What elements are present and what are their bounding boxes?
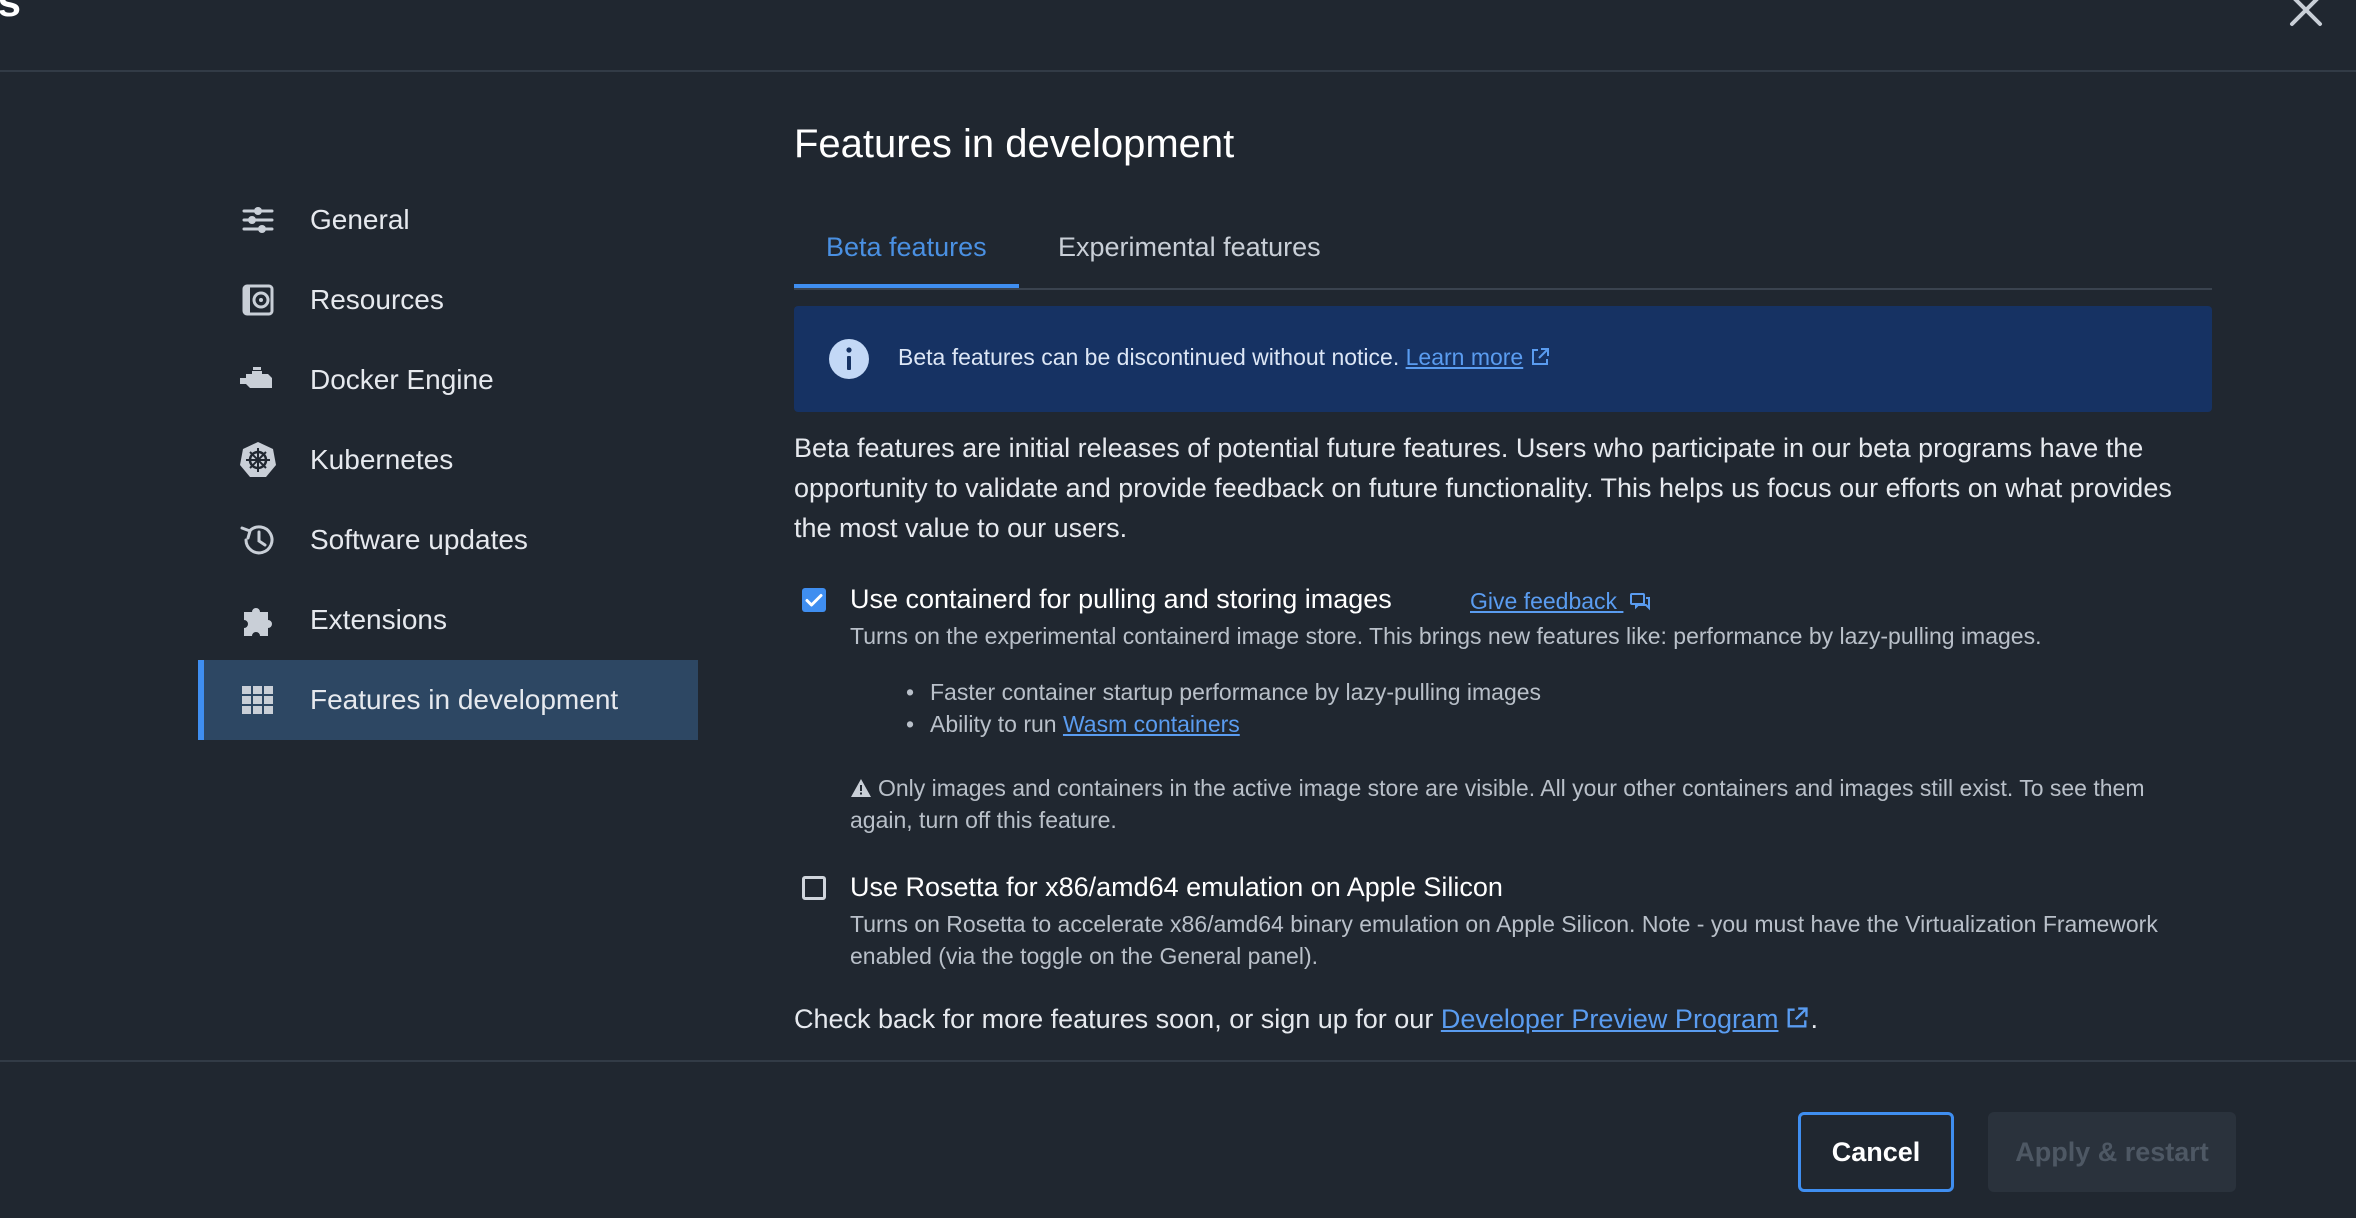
sidebar-item-label: Features in development — [310, 684, 619, 715]
rosetta-title: Use Rosetta for x86/amd64 emulation on A… — [850, 872, 1503, 902]
sidebar-item-extensions[interactable]: Extensions — [198, 580, 698, 660]
containerd-title: Use containerd for pulling and storing i… — [850, 584, 1392, 614]
page-title: Features in development — [794, 122, 1235, 166]
history-icon — [238, 520, 278, 560]
bullet-text: Ability to run — [930, 711, 1063, 737]
external-link-icon — [1788, 1007, 1809, 1028]
close-icon — [2290, 0, 2322, 26]
warning-text: Only images and containers in the active… — [850, 775, 2145, 833]
disk-icon — [238, 280, 278, 320]
cancel-button[interactable]: Cancel — [1798, 1112, 1954, 1192]
sidebar: General Resources Docker Engine Kubernet… — [198, 180, 698, 740]
bullet-item: Ability to run Wasm containers — [906, 708, 1541, 740]
tab-beta-features[interactable]: Beta features — [794, 208, 1019, 288]
give-feedback-label: Give feedback — [1470, 588, 1618, 614]
feedback-icon — [1630, 593, 1651, 611]
warning-icon — [851, 779, 871, 797]
give-feedback-link[interactable]: Give feedback — [1470, 588, 1651, 615]
sidebar-item-label: Kubernetes — [310, 444, 454, 475]
containerd-checkbox[interactable] — [802, 588, 826, 612]
checkmark-icon — [805, 594, 823, 607]
close-button[interactable] — [2282, 0, 2330, 34]
rosetta-checkbox[interactable] — [802, 876, 826, 900]
sidebar-item-label: Software updates — [310, 524, 528, 555]
sidebar-item-label: General — [310, 204, 410, 235]
title-bar: gs — [0, 0, 2356, 72]
containerd-bullets: Faster container startup performance by … — [906, 676, 1541, 740]
developer-preview-label: Developer Preview Program — [1440, 1004, 1779, 1034]
banner-message: Beta features can be discontinued withou… — [898, 344, 1551, 371]
kubernetes-helm-icon — [238, 440, 278, 480]
wasm-containers-link[interactable]: Wasm containers — [1063, 711, 1240, 737]
tab-bar: Beta features Experimental features — [794, 208, 2212, 290]
containerd-warning: Only images and containers in the active… — [850, 772, 2210, 836]
sidebar-item-kubernetes[interactable]: Kubernetes — [198, 420, 698, 500]
external-link-icon — [1532, 348, 1550, 365]
footer-text: Check back for more features soon, or si… — [794, 1004, 1818, 1035]
sidebar-item-general[interactable]: General — [198, 180, 698, 260]
window-title: gs — [0, 0, 22, 25]
sidebar-item-resources[interactable]: Resources — [198, 260, 698, 340]
learn-more-link[interactable]: Learn more — [1406, 344, 1552, 370]
beta-description: Beta features are initial releases of po… — [794, 433, 2172, 543]
rosetta-description: Turns on Rosetta to accelerate x86/amd64… — [850, 911, 2158, 969]
footer-suffix: . — [1810, 1004, 1818, 1034]
footer-bar: Cancel Apply & restart — [0, 1060, 2356, 1218]
sidebar-item-label: Resources — [310, 284, 444, 315]
sidebar-item-label: Extensions — [310, 604, 447, 635]
apply-restart-button[interactable]: Apply & restart — [1988, 1112, 2236, 1192]
grid-icon — [238, 680, 278, 720]
containerd-description: Turns on the experimental containerd ima… — [850, 623, 2042, 649]
sidebar-item-label: Docker Engine — [310, 364, 494, 395]
tab-experimental-features[interactable]: Experimental features — [1026, 208, 1353, 286]
footer-prefix: Check back for more features soon, or si… — [794, 1004, 1441, 1034]
bullet-item: Faster container startup performance by … — [906, 676, 1541, 708]
sliders-icon — [238, 200, 278, 240]
banner-text: Beta features can be discontinued withou… — [898, 344, 1400, 370]
developer-preview-link[interactable]: Developer Preview Program — [1441, 1004, 1811, 1034]
puzzle-icon — [238, 600, 278, 640]
info-icon — [829, 339, 869, 379]
sidebar-item-features-in-development[interactable]: Features in development — [198, 660, 698, 740]
learn-more-label: Learn more — [1405, 344, 1524, 370]
sidebar-item-software-updates[interactable]: Software updates — [198, 500, 698, 580]
info-banner: Beta features can be discontinued withou… — [794, 306, 2212, 412]
sidebar-item-docker-engine[interactable]: Docker Engine — [198, 340, 698, 420]
engine-icon — [238, 360, 278, 400]
